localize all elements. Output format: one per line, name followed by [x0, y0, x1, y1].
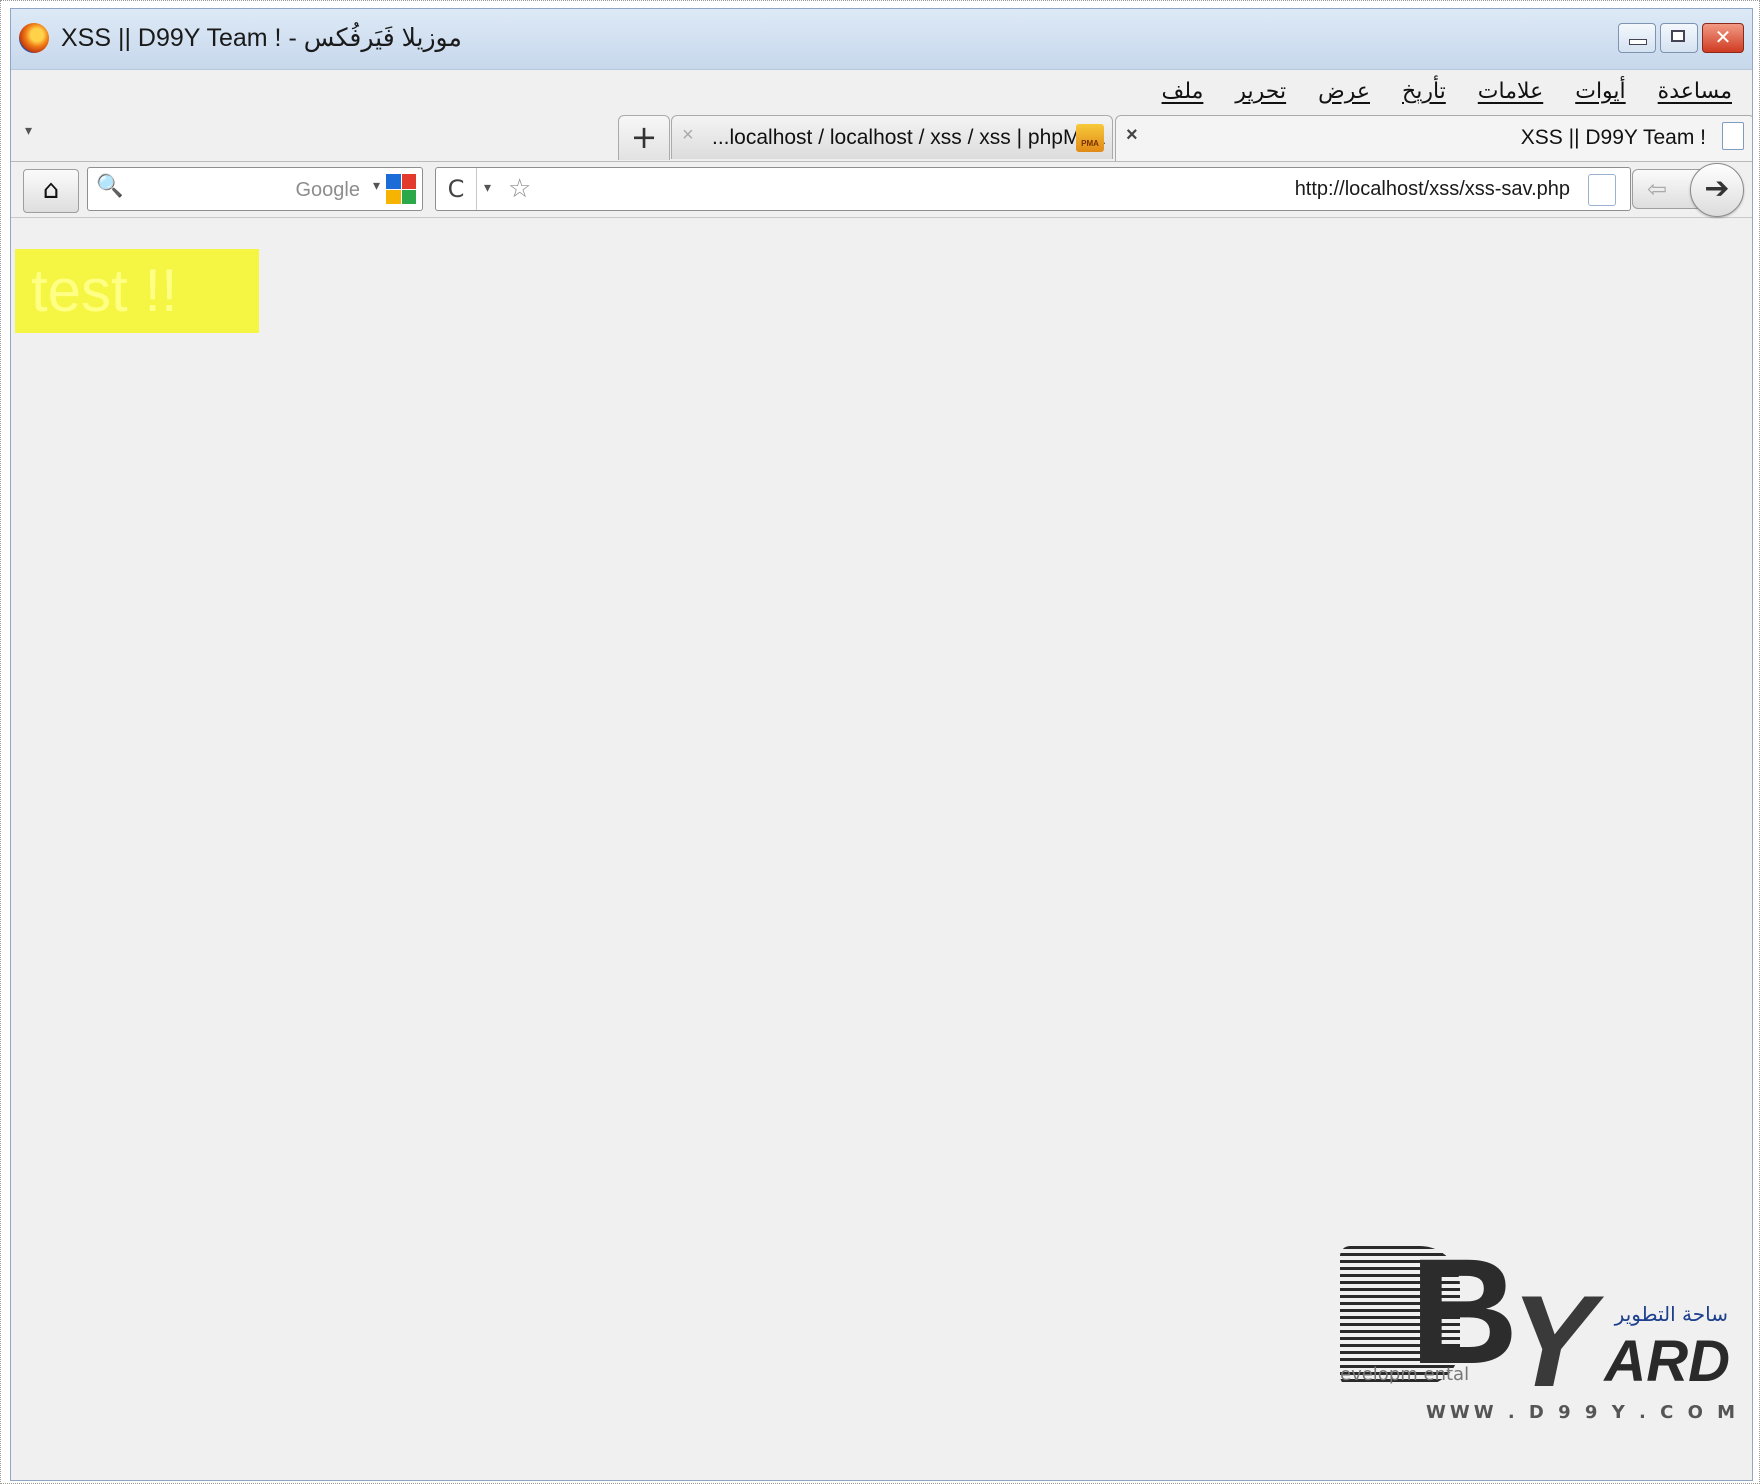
page-icon [1722, 122, 1744, 150]
url-input[interactable]: http://localhost/xss/xss-sav.php [1295, 178, 1570, 201]
tab-strip: ▾ + × ...localhost / localhost / xss / x… [11, 107, 1752, 162]
menu-bookmarks[interactable]: علامات [1478, 79, 1543, 104]
tab-label: ...localhost / localhost / xss / xss | p… [712, 126, 1105, 149]
home-button[interactable]: ⌂ [23, 169, 79, 213]
search-input[interactable] [132, 174, 362, 206]
watermark-logo: B Y ساحة التطوير ARD evelopm ental WWW .… [1340, 1236, 1740, 1466]
minimize-icon [1629, 39, 1647, 45]
bookmark-star-icon[interactable]: ☆ [508, 174, 531, 204]
close-window-button[interactable]: ✕ [1702, 23, 1744, 53]
watermark-www: WWW . D 9 9 Y . C O M [1426, 1402, 1740, 1423]
search-icon[interactable]: 🔍 [96, 174, 123, 199]
phpmyadmin-icon: PMA [1076, 124, 1104, 152]
address-bar: C ▾ ☆ http://localhost/xss/xss-sav.php [435, 167, 1631, 211]
menu-tools[interactable]: أيوات [1575, 79, 1625, 104]
injected-test-box: test !! [15, 249, 259, 333]
menu-bar: ملف تحرير عرض تأريخ علامات أيوات مساعدة [1162, 71, 1732, 111]
forward-button[interactable]: ➔ [1690, 163, 1744, 217]
watermark-ard: ARD [1604, 1329, 1730, 1394]
maximize-icon [1671, 30, 1685, 42]
maximize-button[interactable] [1660, 23, 1698, 53]
browser-window: XSS || D99Y Team ! - موزيلا فَيَرفُكس ✕ … [10, 8, 1753, 1481]
watermark-dev-text: evelopm ental [1340, 1364, 1470, 1385]
google-engine-icon[interactable] [386, 174, 416, 204]
firefox-logo-icon [19, 23, 49, 53]
menu-view[interactable]: عرض [1318, 79, 1370, 104]
tab-phpmyadmin[interactable]: × ...localhost / localhost / xss / xss |… [671, 115, 1113, 159]
minimize-button[interactable] [1618, 23, 1656, 53]
site-identity-icon[interactable] [1588, 174, 1616, 206]
tab-close-icon[interactable]: × [1126, 124, 1138, 147]
new-tab-button[interactable]: + [618, 115, 670, 160]
list-all-tabs-button[interactable]: ▾ [25, 123, 32, 139]
window-title: XSS || D99Y Team ! - موزيلا فَيَرفُكس [61, 24, 462, 52]
window-controls: ✕ [1618, 23, 1744, 53]
menu-file[interactable]: ملف [1162, 79, 1204, 104]
search-box: 🔍 ▾ [87, 167, 423, 211]
tab-xss[interactable]: × XSS || D99Y Team ! [1115, 115, 1752, 161]
tab-close-icon[interactable]: × [682, 124, 694, 147]
watermark-arabic: ساحة التطوير [1614, 1302, 1728, 1326]
tab-label: XSS || D99Y Team ! [1520, 126, 1706, 149]
menu-help[interactable]: مساعدة [1658, 79, 1732, 104]
back-forward-group: ⇦ ➔ [1632, 163, 1744, 217]
history-dropdown[interactable]: ▾ [484, 180, 491, 196]
title-bar: XSS || D99Y Team ! - موزيلا فَيَرفُكس ✕ [11, 9, 1752, 70]
menu-edit[interactable]: تحرير [1235, 79, 1286, 104]
search-engine-dropdown[interactable]: ▾ [373, 178, 380, 194]
page-content: test !! B Y ساحة التطوير ARD evelopm ent… [11, 219, 1752, 1480]
navigation-toolbar: ⌂ 🔍 ▾ C ▾ ☆ http://localhost/xss/xss-sav… [11, 163, 1752, 218]
close-icon: ✕ [1714, 25, 1732, 49]
reload-button[interactable]: C [436, 168, 477, 210]
menu-history[interactable]: تأريخ [1402, 79, 1446, 104]
